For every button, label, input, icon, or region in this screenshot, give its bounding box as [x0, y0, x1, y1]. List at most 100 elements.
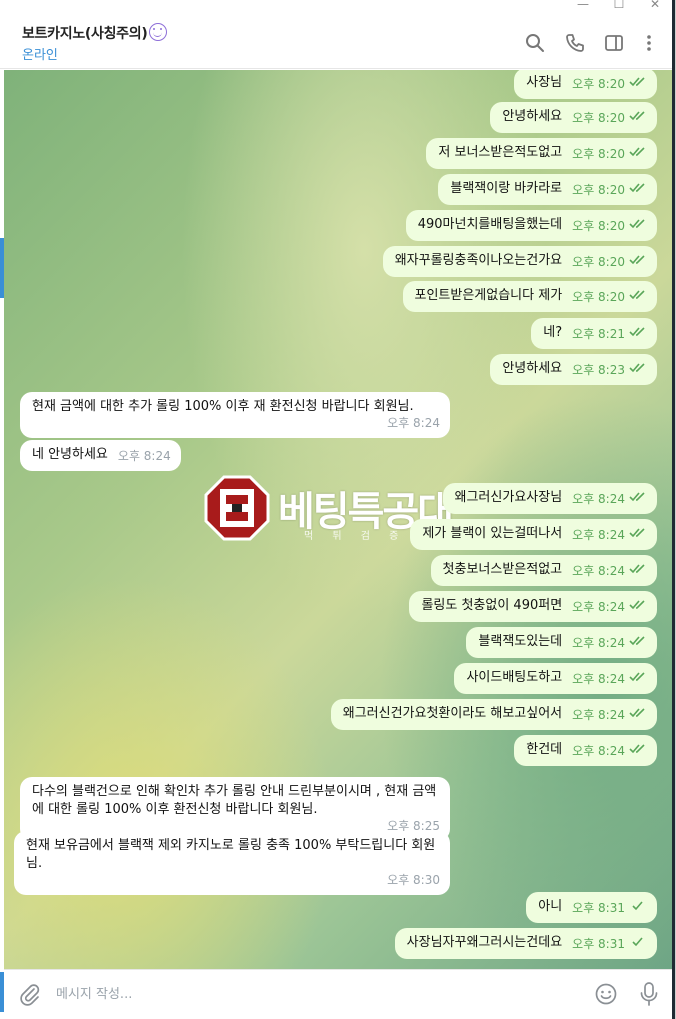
message-text: 다수의 블랙건으로 인해 확인차 추가 롤링 안내 드린부분이시며 , 현재 금… — [32, 784, 437, 817]
message-input[interactable] — [56, 984, 526, 1004]
message-composer — [4, 969, 673, 1019]
message-time: 오후 8:24 — [572, 672, 625, 686]
emoji-icon[interactable] — [594, 982, 618, 1006]
chat-title-text: 보트카지노(사칭주의) — [22, 26, 148, 42]
outgoing-message[interactable]: 왜그러신가요사장님 오후 8:24 — [442, 483, 657, 514]
maximize-icon[interactable]: ☐ — [608, 0, 630, 13]
outgoing-message[interactable]: 안녕하세요 오후 8:23 — [490, 354, 657, 385]
message-time: 오후 8:24 — [572, 708, 625, 722]
outgoing-message[interactable]: 네? 오후 8:21 — [531, 318, 657, 349]
telegram-window: — ☐ ✕ 보트카지노(사칭주의) 온라인 베팅특공대 먹 튀 검 증 의 사장… — [0, 0, 676, 1019]
message-text: 현재 금액에 대한 추가 롤링 100% 이후 재 환전신청 바랍니다 회원님. — [32, 399, 414, 414]
search-icon[interactable] — [524, 32, 546, 54]
outgoing-message[interactable]: 저 보너스받은적도없고 오후 8:20 — [426, 138, 657, 169]
window-edge — [672, 0, 675, 1019]
outgoing-message[interactable]: 사장님 오후 8:20 — [514, 70, 657, 99]
single-check-icon — [625, 899, 647, 914]
double-check-icon — [625, 145, 647, 160]
message-text: 왜그러신가요사장님 — [454, 490, 563, 505]
incoming-message[interactable]: 현재 보유금에서 블랙잭 제외 카지노로 롤링 충족 100% 부탁드립니다 회… — [14, 831, 450, 895]
message-time: 오후 8:20 — [572, 290, 625, 304]
more-vertical-icon[interactable] — [638, 32, 660, 54]
chat-header: 보트카지노(사칭주의) 온라인 — [0, 14, 675, 69]
message-time: 오후 8:24 — [117, 449, 171, 463]
outgoing-message[interactable]: 왜자꾸롤링충족이나오는건가요 오후 8:20 — [382, 246, 657, 277]
incoming-message[interactable]: 현재 금액에 대한 추가 롤링 100% 이후 재 환전신청 바랍니다 회원님.… — [20, 392, 450, 438]
message-time: 오후 8:24 — [572, 636, 625, 650]
outgoing-message[interactable]: 한건데 오후 8:24 — [514, 735, 657, 766]
message-time: 오후 8:20 — [572, 147, 625, 161]
chat-title[interactable]: 보트카지노(사칭주의) — [22, 23, 168, 43]
microphone-icon[interactable] — [638, 981, 660, 1007]
message-time: 오후 8:24 — [572, 492, 625, 506]
double-check-icon — [625, 325, 647, 340]
message-time: 오후 8:24 — [387, 416, 440, 430]
message-text: 사장님 — [526, 75, 563, 90]
message-text: 첫충보너스받은적없고 — [442, 562, 563, 577]
message-text: 롤링도 첫충없이 490퍼면 — [421, 598, 563, 613]
message-time: 오후 8:20 — [572, 111, 625, 125]
outgoing-message[interactable]: 롤링도 첫충없이 490퍼면 오후 8:24 — [409, 591, 657, 622]
message-text: 제가 블랙이 있는걸떠나서 — [422, 526, 563, 541]
outgoing-message[interactable]: 블랙잭이랑 바카라로 오후 8:20 — [438, 174, 657, 205]
paperclip-icon[interactable] — [18, 982, 42, 1006]
message-time: 오후 8:24 — [572, 528, 625, 542]
outgoing-message[interactable]: 포인트받은게없습니다 제가 오후 8:20 — [402, 281, 657, 312]
chat-message-area[interactable]: 베팅특공대 먹 튀 검 증 의 사장님 오후 8:20 안녕하세요 오후 8:20 저 … — [4, 70, 673, 969]
minimize-icon[interactable]: — — [572, 0, 594, 13]
outgoing-message[interactable]: 490마넌치를배팅을했는데 오후 8:20 — [405, 210, 657, 241]
double-check-icon — [625, 742, 647, 757]
double-check-icon — [625, 288, 647, 303]
outgoing-message[interactable]: 왜그러신건가요첫환이라도 해보고싶어서 오후 8:24 — [330, 699, 657, 730]
double-check-icon — [625, 217, 647, 232]
double-check-icon — [625, 361, 647, 376]
outgoing-message[interactable]: 제가 블랙이 있는걸떠나서 오후 8:24 — [410, 519, 657, 550]
message-time: 오후 8:20 — [572, 183, 625, 197]
message-time: 오후 8:24 — [572, 744, 625, 758]
message-time: 오후 8:20 — [572, 77, 625, 91]
message-text: 안녕하세요 — [502, 361, 563, 376]
outgoing-message[interactable]: 안녕하세요 오후 8:20 — [490, 102, 657, 133]
message-time: 오후 8:21 — [572, 327, 625, 341]
double-check-icon — [625, 670, 647, 685]
sidebar-toggle-icon[interactable] — [603, 32, 625, 54]
message-text: 블랙잭이랑 바카라로 — [450, 181, 563, 196]
message-text: 사이드배팅도하고 — [466, 670, 563, 685]
double-check-icon — [625, 598, 647, 613]
message-text: 네 안녕하세요 — [32, 447, 108, 462]
incoming-message[interactable]: 네 안녕하세요 오후 8:24 — [20, 440, 181, 471]
window-titlebar: — ☐ ✕ — [0, 0, 675, 14]
outgoing-message[interactable]: 블랙잭도있는데 오후 8:24 — [466, 627, 657, 658]
outgoing-message[interactable]: 사장님자꾸왜그러시는건데요 오후 8:31 — [394, 928, 657, 959]
watermark-logo-icon — [204, 475, 270, 541]
double-check-icon — [625, 562, 647, 577]
message-time: 오후 8:31 — [572, 937, 625, 951]
outgoing-message[interactable]: 사이드배팅도하고 오후 8:24 — [454, 663, 657, 694]
message-text: 안녕하세요 — [502, 109, 563, 124]
message-time: 오후 8:20 — [572, 219, 625, 233]
double-check-icon — [625, 109, 647, 124]
message-text: 사장님자꾸왜그러시는건데요 — [406, 935, 563, 950]
message-text: 포인트받은게없습니다 제가 — [414, 288, 563, 303]
message-time: 오후 8:23 — [572, 363, 625, 377]
message-text: 한건데 — [526, 742, 563, 757]
message-text: 네? — [543, 325, 563, 340]
message-time: 오후 8:20 — [572, 255, 625, 269]
outgoing-message[interactable]: 첫충보너스받은적없고 오후 8:24 — [430, 555, 657, 586]
double-check-icon — [625, 706, 647, 721]
double-check-icon — [625, 181, 647, 196]
smile-emoji-icon — [149, 23, 168, 41]
chat-status: 온라인 — [22, 48, 58, 63]
outgoing-message[interactable]: 아니 오후 8:31 — [526, 892, 657, 923]
double-check-icon — [625, 634, 647, 649]
close-icon[interactable]: ✕ — [644, 0, 666, 13]
double-check-icon — [625, 490, 647, 505]
double-check-icon — [625, 253, 647, 268]
message-time: 오후 8:24 — [572, 564, 625, 578]
message-text: 왜자꾸롤링충족이나오는건가요 — [394, 253, 563, 268]
message-text: 현재 보유금에서 블랙잭 제외 카지노로 롤링 충족 100% 부탁드립니다 회… — [26, 838, 436, 871]
message-time: 오후 8:24 — [572, 600, 625, 614]
phone-icon[interactable] — [564, 32, 586, 54]
single-check-icon — [625, 935, 647, 950]
message-time: 오후 8:31 — [572, 901, 625, 915]
